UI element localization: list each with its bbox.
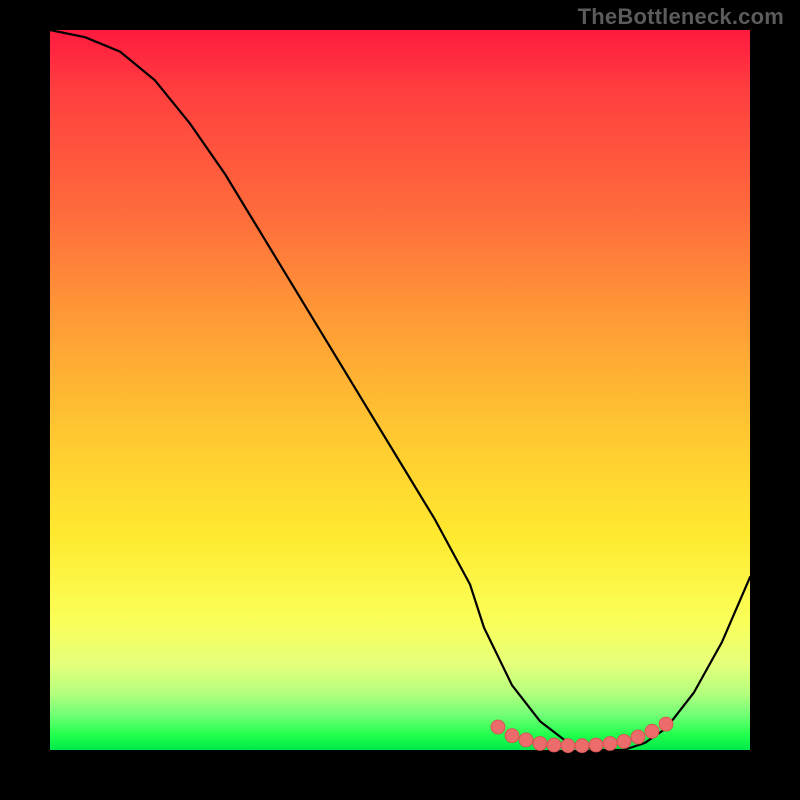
marker-dot — [617, 734, 631, 748]
figure-frame: TheBottleneck.com — [0, 0, 800, 800]
marker-dot — [505, 729, 519, 743]
marker-dot — [519, 733, 533, 747]
marker-dot — [561, 739, 575, 753]
plot-area — [50, 30, 750, 750]
marker-dot — [589, 738, 603, 752]
marker-dot — [533, 737, 547, 751]
chart-overlay — [50, 30, 750, 750]
marker-dot — [659, 717, 673, 731]
bottleneck-curve — [50, 30, 750, 750]
marker-dot — [575, 739, 589, 753]
watermark-text: TheBottleneck.com — [578, 4, 784, 30]
marker-cluster — [491, 717, 673, 753]
marker-dot — [491, 720, 505, 734]
marker-dot — [631, 730, 645, 744]
marker-dot — [645, 724, 659, 738]
marker-dot — [603, 737, 617, 751]
marker-dot — [547, 738, 561, 752]
